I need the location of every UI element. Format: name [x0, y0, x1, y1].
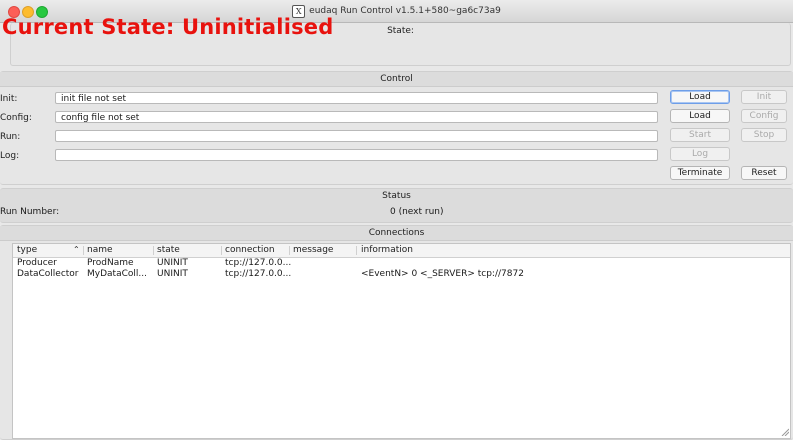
column-separator — [83, 246, 84, 255]
reset-button[interactable]: Reset — [741, 166, 787, 180]
log-label: Log: — [0, 151, 20, 161]
column-separator — [289, 246, 290, 255]
col-information[interactable]: information — [361, 245, 413, 255]
table-row[interactable]: DataCollector MyDataColl... UNINIT tcp:/… — [13, 269, 790, 280]
connections-table[interactable]: type ⌃ name state connection message inf… — [12, 243, 791, 439]
cell-name: ProdName — [87, 258, 134, 268]
cell-information: <EventN> 0 <_SERVER> tcp://7872 — [361, 269, 524, 279]
col-type[interactable]: type — [17, 245, 37, 255]
log-field[interactable] — [55, 149, 658, 161]
stop-button[interactable]: Stop — [741, 128, 787, 142]
load-init-button[interactable]: Load — [670, 90, 730, 104]
column-separator — [356, 246, 357, 255]
col-name[interactable]: name — [87, 245, 113, 255]
config-label: Config: — [0, 113, 32, 123]
table-row[interactable]: Producer ProdName UNINIT tcp://127.0.0..… — [13, 258, 790, 269]
status-header: Status — [382, 191, 411, 201]
control-header: Control — [0, 72, 793, 87]
window-title: eudaq Run Control v1.5.1+580~ga6c73a9 — [309, 6, 501, 16]
column-separator — [221, 246, 222, 255]
connections-panel: Connections type ⌃ name state connection… — [0, 225, 793, 440]
load-config-button[interactable]: Load — [670, 109, 730, 123]
connections-header: Connections — [0, 226, 793, 241]
init-label: Init: — [0, 94, 18, 104]
column-separator — [153, 246, 154, 255]
cell-type: DataCollector — [17, 269, 79, 279]
run-field[interactable] — [55, 130, 658, 142]
config-file-field[interactable]: config file not set — [55, 111, 658, 123]
terminate-button[interactable]: Terminate — [670, 166, 730, 180]
cell-connection: tcp://127.0.0... — [225, 269, 292, 279]
run-number-label: Run Number: — [0, 207, 60, 217]
control-panel: Control Init: init file not set Config: … — [0, 71, 793, 185]
cell-state: UNINIT — [157, 269, 188, 279]
cell-connection: tcp://127.0.0... — [225, 258, 292, 268]
cell-type: Producer — [17, 258, 57, 268]
cell-name: MyDataColl... — [87, 269, 147, 279]
status-panel: Status Run Number: 0 (next run) — [0, 188, 793, 223]
start-button[interactable]: Start — [670, 128, 730, 142]
resize-grip-icon[interactable] — [781, 428, 789, 436]
config-button[interactable]: Config — [741, 109, 787, 123]
log-button[interactable]: Log — [670, 147, 730, 161]
current-state-text: Current State: Uninitialised — [2, 15, 334, 39]
col-connection[interactable]: connection — [225, 245, 275, 255]
cell-state: UNINIT — [157, 258, 188, 268]
run-label: Run: — [0, 132, 21, 142]
run-number-value: 0 (next run) — [390, 207, 444, 217]
init-button[interactable]: Init — [741, 90, 787, 104]
table-header: type ⌃ name state connection message inf… — [13, 244, 790, 258]
col-state[interactable]: state — [157, 245, 180, 255]
sort-ascending-icon: ⌃ — [73, 245, 80, 254]
col-message[interactable]: message — [293, 245, 333, 255]
init-file-field[interactable]: init file not set — [55, 92, 658, 104]
